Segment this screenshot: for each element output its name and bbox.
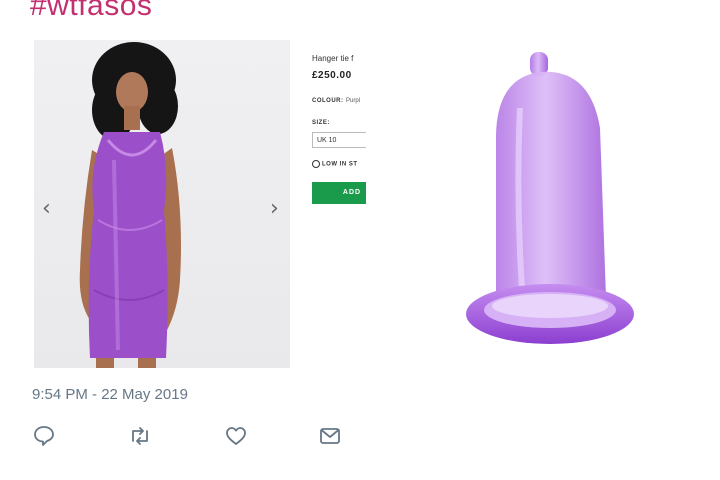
previous-image-arrow-icon[interactable]: ‹: [42, 198, 51, 220]
stock-status: LOW IN ST: [312, 160, 358, 168]
next-image-arrow-icon[interactable]: ›: [270, 198, 279, 220]
product-details-panel: Hanger tie f £250.00 COLOUR: Purpl SIZE:…: [312, 40, 366, 370]
hashtag-text[interactable]: #wtfasos: [30, 0, 152, 24]
embedded-product-screenshot: ‹ › Hanger tie f £250.00 COLOUR: Purpl S…: [34, 40, 366, 370]
product-price: £250.00: [312, 70, 352, 81]
colour-label: COLOUR:: [312, 98, 344, 104]
product-name: Hanger tie f: [312, 54, 354, 63]
heart-icon[interactable]: [224, 424, 248, 448]
stock-label: LOW IN ST: [322, 161, 358, 168]
clock-icon: [312, 160, 320, 168]
size-label: SIZE:: [312, 120, 330, 126]
reply-icon[interactable]: [32, 424, 56, 448]
model-in-dress-illustration: [79, 42, 181, 368]
product-photo: ‹ ›: [34, 40, 290, 368]
purple-condom-image: [466, 52, 634, 344]
colour-value: Purpl: [346, 98, 361, 104]
add-to-bag-button[interactable]: ADD: [312, 182, 366, 204]
size-select[interactable]: UK 10: [312, 132, 366, 148]
envelope-icon[interactable]: [318, 424, 342, 448]
tweet-timestamp[interactable]: 9:54 PM - 22 May 2019: [32, 386, 188, 403]
retweet-icon[interactable]: [128, 424, 152, 448]
tweet-actions-bar: [32, 424, 352, 450]
